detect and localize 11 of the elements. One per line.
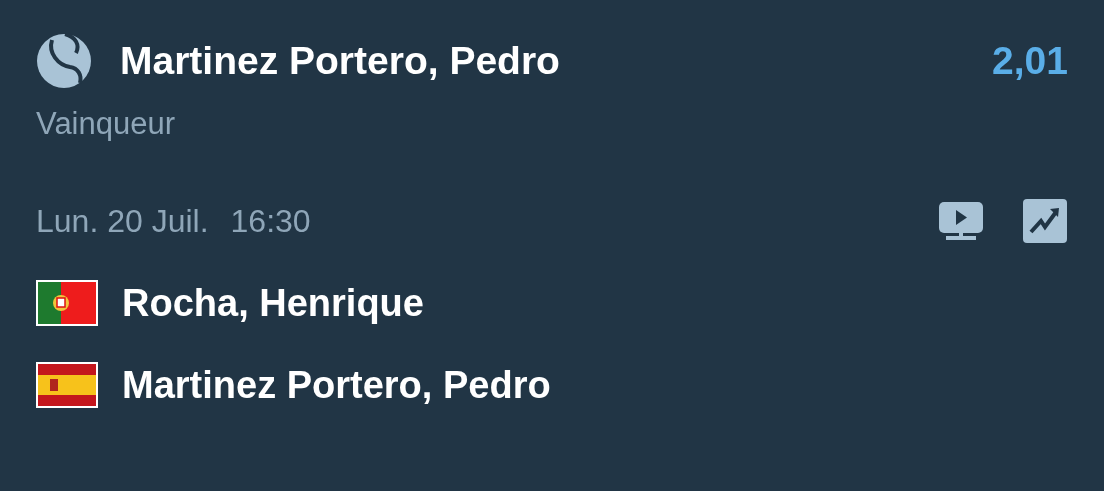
odds-value[interactable]: 2,01: [992, 39, 1068, 83]
trend-chart-icon[interactable]: [1022, 198, 1068, 244]
player-name: Rocha, Henrique: [122, 281, 424, 325]
spain-flag-icon: [36, 362, 98, 408]
portugal-flag-icon: [36, 280, 98, 326]
tennis-ball-icon: [36, 33, 92, 89]
event-time: 16:30: [230, 202, 311, 240]
selection-name: Martinez Portero, Pedro: [120, 39, 560, 83]
event-date: Lun. 20 Juil.: [36, 202, 209, 240]
market-label: Vainqueur: [36, 106, 177, 142]
player-name: Martinez Portero, Pedro: [122, 363, 551, 407]
